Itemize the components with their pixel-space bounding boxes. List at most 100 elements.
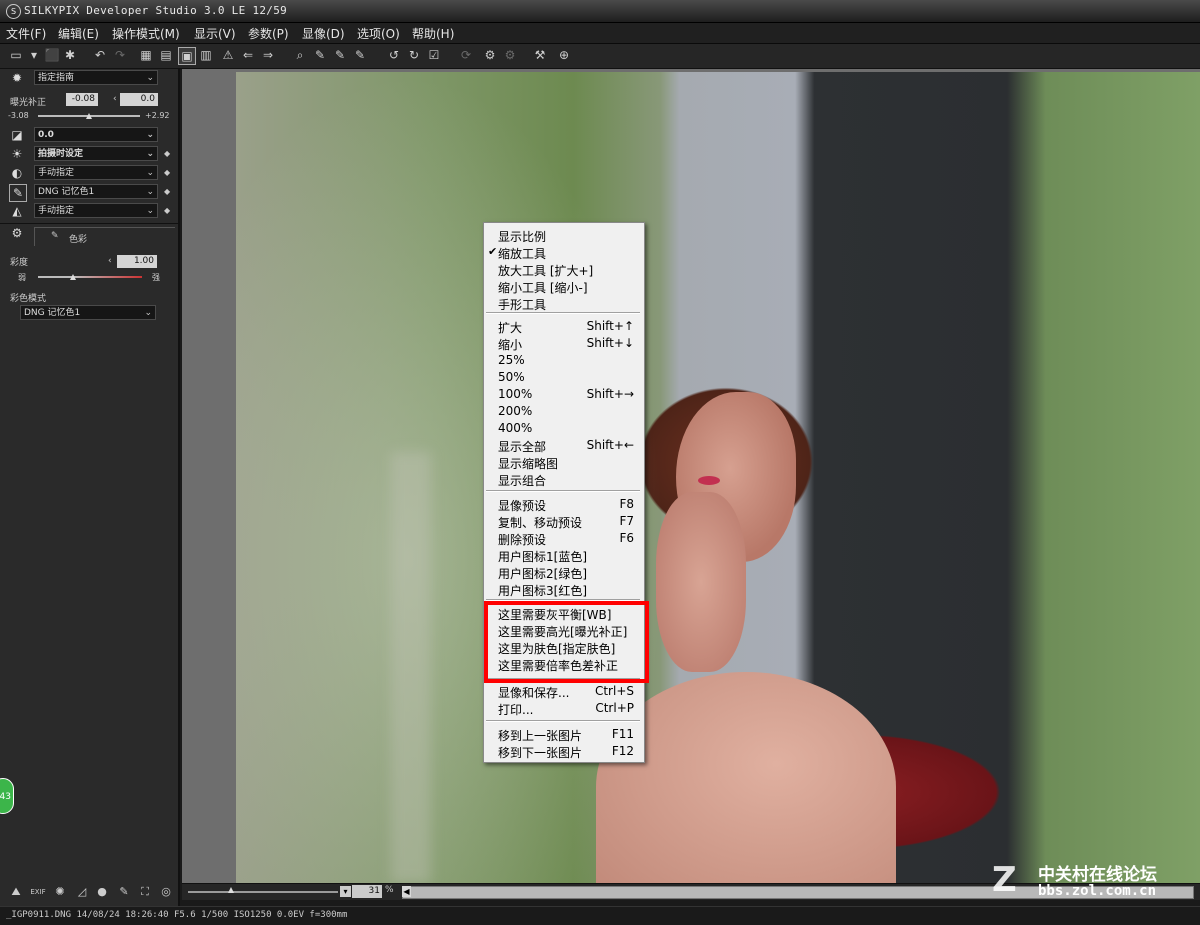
wand-icon[interactable]: ✱ (62, 47, 78, 63)
context-menu-item[interactable]: 400% (484, 420, 644, 437)
check-icon[interactable]: ☑ (426, 47, 442, 63)
sphere-icon[interactable]: ● (94, 884, 110, 900)
context-menu-item[interactable]: 用户图标1[蓝色] (484, 547, 644, 564)
highlight-icon[interactable]: ✺ (52, 884, 68, 900)
context-menu-item[interactable]: 显像和保存... Ctrl+S (484, 683, 644, 700)
color-select[interactable]: DNG 记忆色1 ⌄ (34, 184, 158, 199)
sharpness-select[interactable]: 手动指定 ⌄ (34, 203, 158, 218)
crop-icon[interactable]: ⛶ (137, 884, 153, 900)
zoom-icon[interactable]: ⌕ (292, 47, 308, 63)
sharpness-icon[interactable]: ◭ (9, 203, 25, 219)
exif-icon[interactable]: EXIF (30, 884, 46, 900)
move-right-icon[interactable]: ⇒ (260, 47, 276, 63)
contrast-icon[interactable]: ◐ (9, 165, 25, 181)
menu-view[interactable]: 显示(V) (194, 25, 236, 42)
menu-develop[interactable]: 显像(D) (302, 25, 345, 42)
context-menu-item[interactable]: 删除预设 F6 (484, 530, 644, 547)
preset-select[interactable]: 指定指南 ⌄ (34, 70, 158, 85)
hammer-icon[interactable]: ⚒ (532, 47, 548, 63)
context-menu-item[interactable]: 显示缩略图 (484, 454, 644, 471)
eyedropper-skin-icon[interactable]: ✎ (352, 47, 368, 63)
settings-tab-icon[interactable]: ⚙ (9, 225, 25, 241)
save-icon[interactable]: ⬛ (44, 47, 60, 63)
sharpness-diamond-icon[interactable]: ◆ (164, 206, 170, 215)
context-menu-item[interactable]: 显示全部 Shift+← (484, 437, 644, 454)
context-menu-item[interactable]: 显像预设 F8 (484, 496, 644, 513)
open-dropdown-icon[interactable]: ▾ (26, 47, 42, 63)
grid-view-icon[interactable]: ▦ (138, 47, 154, 63)
scroll-left-icon[interactable]: ◀ (402, 886, 411, 897)
preview-photo[interactable] (236, 72, 1200, 883)
saturation-input[interactable]: 1.00 (117, 255, 157, 268)
preview-canvas[interactable] (182, 69, 1200, 883)
context-menu-item[interactable]: 移到上一张图片 F11 (484, 726, 644, 743)
saturation-decrement-icon[interactable]: ‹ (108, 256, 112, 266)
rotate-right-icon[interactable]: ↻ (406, 47, 422, 63)
context-menu-item[interactable]: 25% (484, 352, 644, 369)
exposure-decrement-icon[interactable]: ‹ (113, 94, 117, 104)
refresh-icon[interactable]: ⟳ (458, 47, 474, 63)
context-menu-item[interactable]: 复制、移动预设 F7 (484, 513, 644, 530)
single-view-icon[interactable]: ▣ (178, 47, 196, 65)
help-icon[interactable]: ⊕ (556, 47, 572, 63)
menu-mode[interactable]: 操作模式(M) (112, 25, 180, 42)
context-menu-item[interactable]: 50% (484, 369, 644, 386)
context-menu-item[interactable]: 移到下一张图片 F12 (484, 743, 644, 760)
eyedropper-wb-icon[interactable]: ✎ (312, 47, 328, 63)
redo-icon[interactable]: ↷ (112, 47, 128, 63)
menu-options[interactable]: 选项(O) (357, 25, 400, 42)
eyedropper-icon[interactable]: ✎ (116, 884, 132, 900)
zoom-value[interactable]: 31 (352, 885, 382, 898)
gear-icon[interactable]: ✹ (9, 70, 25, 86)
context-menu-item[interactable]: 缩小 Shift+↓ (484, 335, 644, 352)
context-menu-item[interactable]: 手形工具 (484, 295, 644, 312)
lens-icon[interactable]: ◎ (158, 884, 174, 900)
open-icon[interactable]: ▭ (8, 47, 24, 63)
rotate-left-icon[interactable]: ↺ (386, 47, 402, 63)
contrast-select[interactable]: 手动指定 ⌄ (34, 165, 158, 180)
context-menu-item[interactable]: 缩小工具 [缩小-] (484, 278, 644, 295)
tone-select[interactable]: 0.0 ⌄ (34, 127, 158, 142)
color-pen-icon[interactable]: ✎ (9, 184, 27, 202)
wb-select[interactable]: 拍摄时设定 ⌄ (34, 146, 158, 161)
filmstrip-view-icon[interactable]: ▤ (158, 47, 174, 63)
zoom-slider[interactable] (188, 891, 338, 893)
context-menu-item[interactable]: 打印... Ctrl+P (484, 700, 644, 717)
menu-help[interactable]: 帮助(H) (412, 25, 454, 42)
notification-badge[interactable]: 43 (0, 778, 14, 814)
histogram-icon[interactable]: ⛰ (8, 884, 24, 900)
saturation-slider[interactable] (38, 276, 142, 278)
wb-diamond-icon[interactable]: ◆ (164, 149, 170, 158)
menu-edit[interactable]: 编辑(E) (58, 25, 99, 42)
context-menu-item[interactable]: 显示组合 (484, 471, 644, 488)
context-menu-item[interactable]: 显示比例 (484, 227, 644, 244)
undo-icon[interactable]: ↶ (92, 47, 108, 63)
sun-icon[interactable]: ☀ (9, 146, 25, 162)
curve-icon[interactable]: ◿ (74, 884, 90, 900)
zoom-slider-thumb[interactable] (228, 887, 234, 893)
color-mode-select[interactable]: DNG 记忆色1 ⌄ (20, 305, 156, 320)
context-menu-item[interactable]: 100% Shift+→ (484, 386, 644, 403)
exposure-slider-thumb[interactable] (86, 113, 92, 119)
context-menu-item[interactable]: 200% (484, 403, 644, 420)
zoom-dropdown-icon[interactable]: ▾ (340, 886, 351, 897)
develop-icon[interactable]: ⚙ (482, 47, 498, 63)
context-menu-item[interactable]: 放大工具 [扩大+] (484, 261, 644, 278)
compare-view-icon[interactable]: ▥ (198, 47, 214, 63)
menu-file[interactable]: 文件(F) (6, 25, 46, 42)
context-menu-item[interactable]: ✔ 缩放工具 (484, 244, 644, 261)
saturation-slider-thumb[interactable] (70, 274, 76, 280)
context-menu-item[interactable]: 用户图标2[绿色] (484, 564, 644, 581)
eyedropper-highlight-icon[interactable]: ✎ (332, 47, 348, 63)
menu-params[interactable]: 参数(P) (248, 25, 289, 42)
context-menu-item[interactable]: 扩大 Shift+↑ (484, 318, 644, 335)
batch-icon[interactable]: ⚙ (502, 47, 518, 63)
context-menu-item[interactable]: 用户图标3[红色] (484, 581, 644, 598)
color-diamond-icon[interactable]: ◆ (164, 187, 170, 196)
exposure-value-input[interactable]: -0.08 (66, 93, 98, 106)
contrast-diamond-icon[interactable]: ◆ (164, 168, 170, 177)
tab-color[interactable]: ✎ 色彩 (34, 227, 175, 246)
warning-icon[interactable]: ⚠ (220, 47, 236, 63)
tone-icon[interactable]: ◪ (9, 127, 25, 143)
exposure-fine-input[interactable]: 0.0 (120, 93, 158, 106)
